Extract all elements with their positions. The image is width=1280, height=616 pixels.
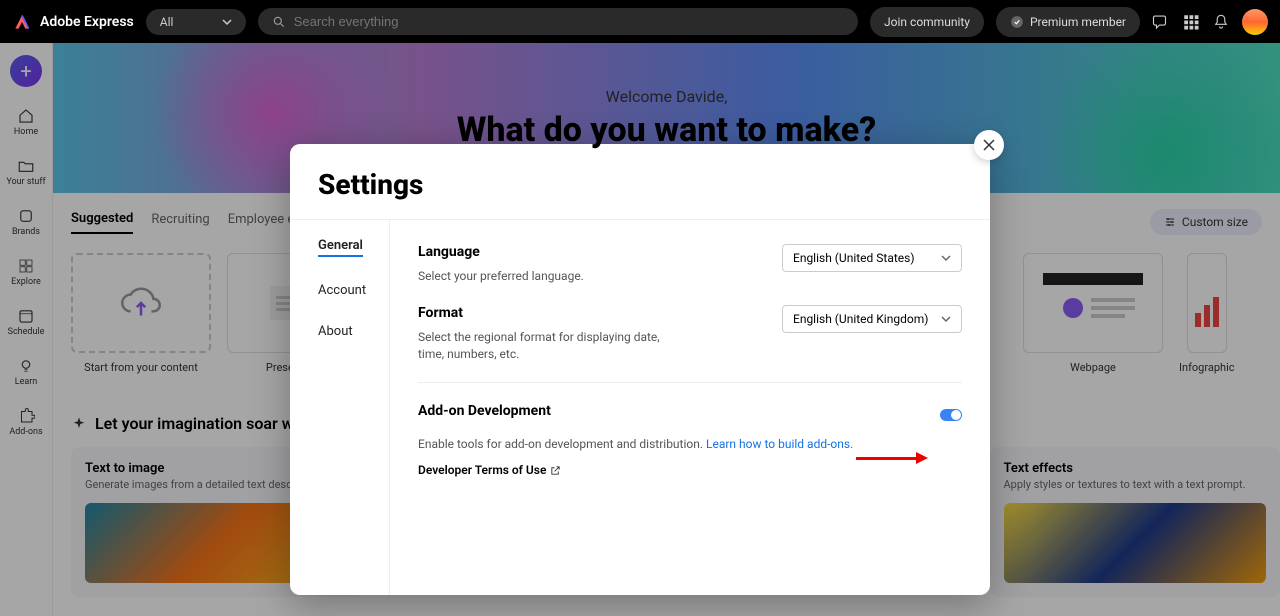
welcome-text: Welcome Davide, — [606, 87, 728, 106]
format-title: Format — [418, 305, 688, 321]
modal-title: Settings — [290, 144, 990, 220]
language-desc: Select your preferred language. — [418, 268, 584, 285]
top-header: Adobe Express All Join community Premium… — [0, 0, 1280, 43]
developer-terms-link[interactable]: Developer Terms of Use — [418, 463, 962, 477]
modal-nav-general[interactable]: General — [318, 238, 363, 257]
language-title: Language — [418, 244, 584, 260]
modal-nav-about[interactable]: About — [318, 324, 389, 339]
filter-label: All — [160, 15, 174, 29]
app-logo[interactable]: Adobe Express — [12, 12, 134, 32]
language-select[interactable]: English (United States) — [782, 244, 962, 272]
setting-language: Language Select your preferred language.… — [418, 244, 962, 285]
settings-modal: Settings General Account About Language … — [290, 144, 990, 595]
chevron-down-icon — [222, 17, 232, 27]
search-input[interactable] — [294, 14, 844, 29]
search-bar[interactable] — [258, 8, 858, 35]
bell-icon[interactable] — [1212, 13, 1230, 31]
divider — [418, 382, 962, 383]
search-icon — [272, 15, 286, 29]
premium-icon — [1010, 15, 1024, 29]
learn-addons-link[interactable]: Learn how to build add-ons. — [706, 437, 853, 451]
addon-toggle[interactable] — [940, 409, 962, 421]
setting-format: Format Select the regional format for di… — [418, 305, 962, 363]
close-icon — [983, 139, 995, 151]
addon-desc-row: Enable tools for add-on development and … — [418, 437, 962, 451]
grid-icon[interactable] — [1182, 13, 1200, 31]
format-desc: Select the regional format for displayin… — [418, 329, 688, 363]
premium-member-button[interactable]: Premium member — [996, 7, 1140, 37]
adobe-logo-icon — [12, 12, 32, 32]
chat-icon[interactable] — [1152, 13, 1170, 31]
app-name: Adobe Express — [40, 14, 134, 30]
header-right: Join community Premium member — [870, 7, 1268, 37]
modal-sidebar: General Account About — [290, 220, 390, 595]
modal-body: General Account About Language Select yo… — [290, 220, 990, 595]
arrow-annotation — [856, 452, 928, 464]
modal-content: Language Select your preferred language.… — [390, 220, 990, 595]
external-link-icon — [550, 465, 561, 476]
join-community-button[interactable]: Join community — [870, 7, 984, 37]
premium-label: Premium member — [1030, 15, 1126, 29]
modal-close-button[interactable] — [974, 130, 1004, 160]
chevron-down-icon — [941, 253, 951, 263]
setting-addon-dev: Add-on Development Enable tools for add-… — [418, 403, 962, 477]
chevron-down-icon — [941, 314, 951, 324]
hero-title: What do you want to make? — [457, 110, 877, 150]
user-avatar[interactable] — [1242, 9, 1268, 35]
addon-desc: Enable tools for add-on development and … — [418, 437, 706, 451]
modal-nav-account[interactable]: Account — [318, 283, 389, 298]
addon-title: Add-on Development — [418, 403, 551, 419]
filter-dropdown[interactable]: All — [146, 9, 246, 35]
format-select[interactable]: English (United Kingdom) — [782, 305, 962, 333]
